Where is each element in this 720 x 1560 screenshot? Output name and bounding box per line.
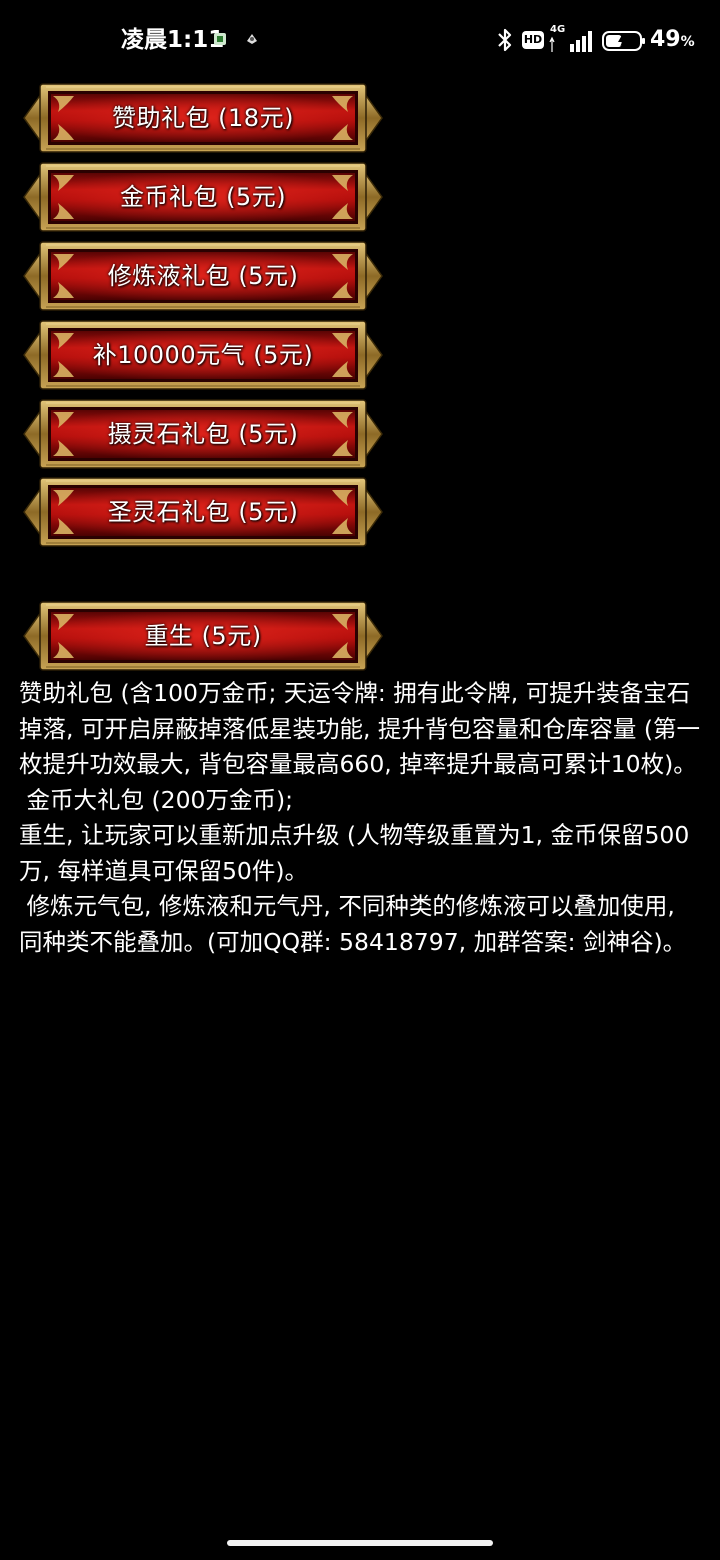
sponsor-pack-button[interactable]: 赞助礼包 (18元) <box>22 82 384 154</box>
button-label: 金币礼包 (5元) <box>119 183 287 211</box>
hd-icon: HD <box>522 31 544 49</box>
status-bar: 凌晨1:11 HD 4G 49% <box>0 0 720 80</box>
notification-icon <box>214 33 226 45</box>
holy-spirit-stone-pack-button[interactable]: 圣灵石礼包 (5元) <box>22 476 384 548</box>
home-indicator[interactable] <box>227 1540 493 1546</box>
bluetooth-icon <box>498 28 512 52</box>
description-paragraph: 金币大礼包 (200万金币); <box>19 785 294 814</box>
battery-icon <box>602 31 645 51</box>
rebirth-button[interactable]: 重生 (5元) <box>22 600 384 672</box>
button-label: 补10000元气 (5元) <box>92 341 314 369</box>
description-paragraph: 赞助礼包 (含100万金币; 天运令牌: 拥有此令牌, 可提升装备宝石掉落, 可… <box>19 679 701 778</box>
notification-icon <box>247 34 257 44</box>
cultivation-liquid-pack-button[interactable]: 修炼液礼包 (5元) <box>22 240 384 312</box>
spirit-stone-pack-button[interactable]: 摄灵石礼包 (5元) <box>22 398 384 470</box>
status-indicators: HD 4G 49% <box>480 24 720 56</box>
button-label: 摄灵石礼包 (5元) <box>107 420 299 448</box>
button-label: 圣灵石礼包 (5元) <box>107 498 299 526</box>
button-label: 修炼液礼包 (5元) <box>107 262 299 290</box>
battery-percent: 49% <box>650 26 695 56</box>
signal-icon <box>549 31 592 52</box>
button-label: 重生 (5元) <box>144 622 262 650</box>
description-paragraph: 修炼元气包, 修炼液和元气丹, 不同种类的修炼液可以叠加使用, 同种类不能叠加。… <box>19 892 687 956</box>
description-text: 赞助礼包 (含100万金币; 天运令牌: 拥有此令牌, 可提升装备宝石掉落, 可… <box>19 676 703 960</box>
button-label: 赞助礼包 (18元) <box>112 104 294 132</box>
gold-coin-pack-button[interactable]: 金币礼包 (5元) <box>22 161 384 233</box>
description-paragraph: 重生, 让玩家可以重新加点升级 (人物等级重置为1, 金币保留500万, 每样道… <box>19 821 690 885</box>
vitality-refill-button[interactable]: 补10000元气 (5元) <box>22 319 384 391</box>
battery-percent-symbol: % <box>680 34 695 50</box>
battery-percent-value: 49 <box>650 27 681 52</box>
status-time: 凌晨1:11 <box>121 27 225 53</box>
